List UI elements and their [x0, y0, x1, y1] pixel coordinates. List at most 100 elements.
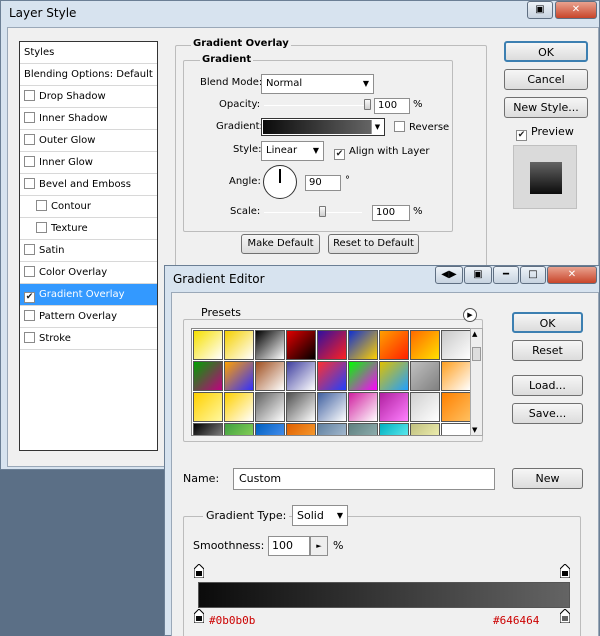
style-item-inner-shadow[interactable]: Inner Shadow: [20, 108, 157, 130]
make-default-button[interactable]: Make Default: [241, 234, 320, 254]
preset-swatch[interactable]: [410, 423, 440, 435]
preset-swatch[interactable]: [317, 423, 347, 435]
style-item-outer-glow[interactable]: Outer Glow: [20, 130, 157, 152]
style-checkbox[interactable]: [36, 222, 47, 233]
opacity-stop-right-icon[interactable]: [560, 564, 570, 578]
close-icon[interactable]: ✕: [555, 1, 597, 19]
maximize-icon[interactable]: □: [520, 266, 546, 284]
close-icon[interactable]: ✕: [547, 266, 597, 284]
preset-swatch[interactable]: [317, 330, 347, 360]
name-input[interactable]: Custom: [233, 468, 495, 490]
preset-swatch[interactable]: [317, 392, 347, 422]
style-checkbox[interactable]: [24, 310, 35, 321]
new-style-button[interactable]: New Style...: [504, 97, 588, 118]
gradient-picker[interactable]: ▼: [261, 118, 385, 136]
scale-slider-thumb[interactable]: [318, 206, 326, 217]
preset-swatch[interactable]: [441, 330, 470, 360]
preset-swatch[interactable]: [224, 392, 254, 422]
style-item-texture[interactable]: Texture: [20, 218, 157, 240]
preset-swatch[interactable]: [193, 392, 223, 422]
color-stop-right-icon[interactable]: [560, 609, 570, 623]
reset-to-default-button[interactable]: Reset to Default: [328, 234, 419, 254]
load-button[interactable]: Load...: [512, 375, 583, 396]
scale-input[interactable]: 100: [372, 205, 410, 221]
style-checkbox[interactable]: [24, 244, 35, 255]
style-checkbox[interactable]: ✔: [24, 292, 35, 303]
preset-swatch[interactable]: [379, 423, 409, 435]
chevron-up-icon[interactable]: ▲: [472, 330, 477, 338]
preset-swatch[interactable]: [348, 330, 378, 360]
preset-swatch[interactable]: [286, 330, 316, 360]
preset-swatch[interactable]: [441, 423, 470, 435]
new-button[interactable]: New: [512, 468, 583, 489]
preview-checkbox[interactable]: ✔ Preview: [516, 125, 574, 141]
opacity-slider-thumb[interactable]: [364, 99, 371, 110]
style-item-bevel-and-emboss[interactable]: Bevel and Emboss: [20, 174, 157, 196]
preset-swatch[interactable]: [224, 330, 254, 360]
smoothness-input[interactable]: 100: [268, 536, 310, 556]
preset-swatch[interactable]: [193, 361, 223, 391]
style-checkbox[interactable]: [24, 178, 35, 189]
preset-swatch[interactable]: [286, 423, 316, 435]
restore-icon[interactable]: ▣: [527, 1, 553, 19]
style-select[interactable]: Linear ▼: [261, 141, 324, 161]
preset-swatch[interactable]: [224, 361, 254, 391]
angle-dial[interactable]: [263, 165, 297, 199]
resize-icon[interactable]: ◀▶: [435, 266, 463, 284]
style-item-drop-shadow[interactable]: Drop Shadow: [20, 86, 157, 108]
color-stop-left-icon[interactable]: [194, 609, 204, 623]
gradient-type-select[interactable]: Solid ▼: [292, 505, 348, 526]
blend-mode-select[interactable]: Normal ▼: [261, 74, 374, 94]
preset-swatch[interactable]: [286, 392, 316, 422]
style-item-stroke[interactable]: Stroke: [20, 328, 157, 350]
ok-button[interactable]: OK: [504, 41, 588, 62]
preset-swatch[interactable]: [379, 392, 409, 422]
smoothness-stepper-icon[interactable]: ►: [310, 536, 328, 556]
preset-swatch[interactable]: [255, 392, 285, 422]
preset-swatch[interactable]: [379, 361, 409, 391]
cancel-button[interactable]: Cancel: [504, 69, 588, 90]
style-checkbox[interactable]: [24, 134, 35, 145]
preset-swatch[interactable]: [255, 423, 285, 435]
style-item-color-overlay[interactable]: Color Overlay: [20, 262, 157, 284]
presets-scrollbar[interactable]: ▲ ▼: [470, 328, 483, 436]
restore-icon[interactable]: ▣: [464, 266, 492, 284]
scroll-thumb[interactable]: [472, 347, 481, 361]
preset-swatch[interactable]: [348, 392, 378, 422]
save-button[interactable]: Save...: [512, 403, 583, 424]
style-checkbox[interactable]: [24, 332, 35, 343]
preset-swatch[interactable]: [224, 423, 254, 435]
style-checkbox[interactable]: [24, 266, 35, 277]
style-checkbox[interactable]: [24, 90, 35, 101]
style-checkbox[interactable]: [24, 156, 35, 167]
align-layer-checkbox[interactable]: ✔ Align with Layer: [334, 144, 430, 160]
preset-swatch[interactable]: [410, 361, 440, 391]
preset-swatch[interactable]: [379, 330, 409, 360]
opacity-input[interactable]: 100: [374, 98, 410, 114]
preset-swatch[interactable]: [255, 330, 285, 360]
preset-swatch[interactable]: [441, 361, 470, 391]
minimize-icon[interactable]: ━: [493, 266, 519, 284]
preset-swatch[interactable]: [348, 361, 378, 391]
style-item-contour[interactable]: Contour: [20, 196, 157, 218]
scale-slider-track[interactable]: [264, 212, 362, 213]
preset-swatch[interactable]: [193, 423, 223, 435]
reverse-checkbox[interactable]: Reverse: [394, 120, 449, 133]
preset-swatch[interactable]: [441, 392, 470, 422]
opacity-stop-left-icon[interactable]: [194, 564, 204, 578]
preset-swatch[interactable]: [286, 361, 316, 391]
preset-swatch[interactable]: [410, 330, 440, 360]
opacity-slider-track[interactable]: [264, 105, 368, 106]
ge-reset-button[interactable]: Reset: [512, 340, 583, 361]
chevron-down-icon[interactable]: ▼: [472, 426, 477, 434]
style-checkbox[interactable]: [24, 112, 35, 123]
gradient-bar[interactable]: [198, 582, 570, 608]
presets-menu-icon[interactable]: ▶: [463, 308, 477, 322]
angle-input[interactable]: 90: [305, 175, 341, 191]
style-item-gradient-overlay[interactable]: ✔ Gradient Overlay: [20, 284, 157, 306]
preset-swatch[interactable]: [193, 330, 223, 360]
style-item-blending-options-default[interactable]: Blending Options: Default: [20, 64, 157, 86]
style-checkbox[interactable]: [36, 200, 47, 211]
ge-ok-button[interactable]: OK: [512, 312, 583, 333]
style-item-satin[interactable]: Satin: [20, 240, 157, 262]
